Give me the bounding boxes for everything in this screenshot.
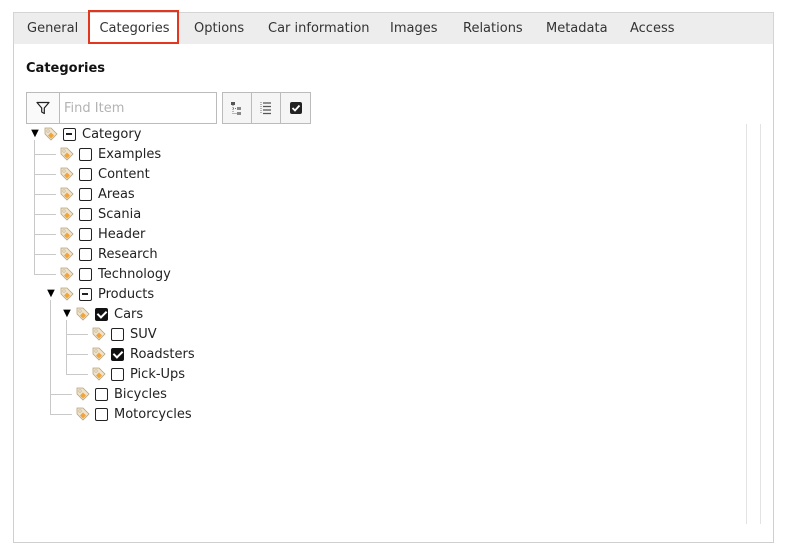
- category-checkbox[interactable]: [79, 147, 92, 161]
- tree-node-label: Scania: [98, 206, 142, 222]
- category-tag-icon: [59, 166, 75, 182]
- tree-node-label: Category: [82, 126, 142, 142]
- section-title: Categories: [26, 61, 106, 76]
- tree-node-label: Products: [98, 286, 155, 302]
- expand-toggle-icon[interactable]: ▼: [45, 288, 57, 300]
- category-checkbox[interactable]: [111, 367, 124, 381]
- tab-relations[interactable]: Relations: [463, 13, 523, 45]
- tree-node-label: Technology: [98, 266, 171, 282]
- tree-node-roadsters[interactable]: Roadsters: [77, 344, 195, 364]
- category-checkbox[interactable]: [79, 167, 92, 181]
- tree-node-bicycles[interactable]: Bicycles: [61, 384, 167, 404]
- tree-node-motorcycles[interactable]: Motorcycles: [61, 404, 192, 424]
- tree-node-category[interactable]: ▼ Category: [29, 124, 141, 144]
- tree-node-suv[interactable]: SUV: [77, 324, 157, 344]
- tree-node-products[interactable]: ▼ Products: [45, 284, 154, 304]
- tree-node-examples[interactable]: Examples: [45, 144, 161, 164]
- category-checkbox[interactable]: [79, 207, 92, 221]
- expand-toggle-icon[interactable]: ▼: [29, 128, 41, 140]
- collapse-tree-button[interactable]: [223, 93, 252, 123]
- tab-access[interactable]: Access: [630, 13, 675, 45]
- tab-images[interactable]: Images: [390, 13, 438, 45]
- category-tag-icon: [91, 326, 107, 342]
- category-checkbox[interactable]: [95, 387, 108, 401]
- tree-node-label: Roadsters: [130, 346, 195, 362]
- tree-node-label: Pick-Ups: [130, 366, 186, 382]
- filter-button[interactable]: [27, 93, 60, 123]
- tree-node-label: Bicycles: [114, 386, 167, 402]
- panel-divider: [760, 124, 761, 524]
- tree-node-label: SUV: [130, 326, 157, 342]
- category-checkbox[interactable]: [111, 327, 124, 341]
- category-tag-icon: [59, 146, 75, 162]
- category-tag-icon: [59, 226, 75, 242]
- tree-node-cars[interactable]: ▼ Cars: [61, 304, 143, 324]
- category-tag-icon: [75, 406, 91, 422]
- category-tag-icon: [59, 186, 75, 202]
- tab-general[interactable]: General: [27, 13, 78, 45]
- category-checkbox[interactable]: [79, 227, 92, 241]
- category-checkbox[interactable]: [79, 287, 92, 301]
- show-checked-button[interactable]: [281, 93, 310, 123]
- category-tag-icon: [43, 126, 59, 142]
- category-tag-icon: [59, 286, 75, 302]
- tree-node-pick-ups[interactable]: Pick-Ups: [77, 364, 185, 384]
- find-item-input[interactable]: [60, 93, 222, 123]
- search-box: [26, 92, 222, 124]
- checked-only-icon: [289, 102, 302, 114]
- tab-options[interactable]: Options: [194, 13, 244, 45]
- expand-list-button[interactable]: [252, 93, 281, 123]
- category-checkbox[interactable]: [63, 127, 76, 141]
- tab-car-information[interactable]: Car information: [268, 13, 370, 45]
- tree-scroll-track: [746, 124, 747, 524]
- category-tag-icon: [59, 206, 75, 222]
- category-checkbox[interactable]: [95, 307, 108, 321]
- tab-metadata[interactable]: Metadata: [546, 13, 608, 45]
- tree-node-research[interactable]: Research: [45, 244, 158, 264]
- category-checkbox[interactable]: [79, 247, 92, 261]
- category-checkbox[interactable]: [111, 347, 124, 361]
- tree-node-label: Research: [98, 246, 158, 262]
- tree-node-label: Examples: [98, 146, 162, 162]
- tab-categories[interactable]: Categories: [90, 13, 179, 45]
- category-tag-icon: [75, 386, 91, 402]
- category-tag-icon: [75, 306, 91, 322]
- tree-node-technology[interactable]: Technology: [45, 264, 171, 284]
- tree-node-header[interactable]: Header: [45, 224, 145, 244]
- expand-list-icon: [260, 102, 271, 115]
- tree-node-content[interactable]: Content: [45, 164, 150, 184]
- tree-node-label: Motorcycles: [114, 406, 192, 422]
- category-checkbox[interactable]: [95, 407, 108, 421]
- tree-node-areas[interactable]: Areas: [45, 184, 135, 204]
- category-tag-icon: [91, 346, 107, 362]
- filter-icon: [36, 101, 50, 115]
- expand-toggle-icon[interactable]: ▼: [61, 308, 73, 320]
- tree-guide: [66, 320, 67, 374]
- tree-node-label: Header: [98, 226, 146, 242]
- tree-node-label: Content: [98, 166, 150, 182]
- collapse-tree-icon: [231, 102, 241, 115]
- category-tag-icon: [91, 366, 107, 382]
- tree-node-scania[interactable]: Scania: [45, 204, 141, 224]
- tab-bar: General Categories Options Car informati…: [13, 12, 774, 45]
- tree-guide: [50, 300, 51, 414]
- tree-node-label: Areas: [98, 186, 135, 202]
- tree-node-label: Cars: [114, 306, 144, 322]
- category-checkbox[interactable]: [79, 267, 92, 281]
- category-checkbox[interactable]: [79, 187, 92, 201]
- tree-toolbar: [222, 92, 311, 124]
- category-tag-icon: [59, 246, 75, 262]
- category-tag-icon: [59, 266, 75, 282]
